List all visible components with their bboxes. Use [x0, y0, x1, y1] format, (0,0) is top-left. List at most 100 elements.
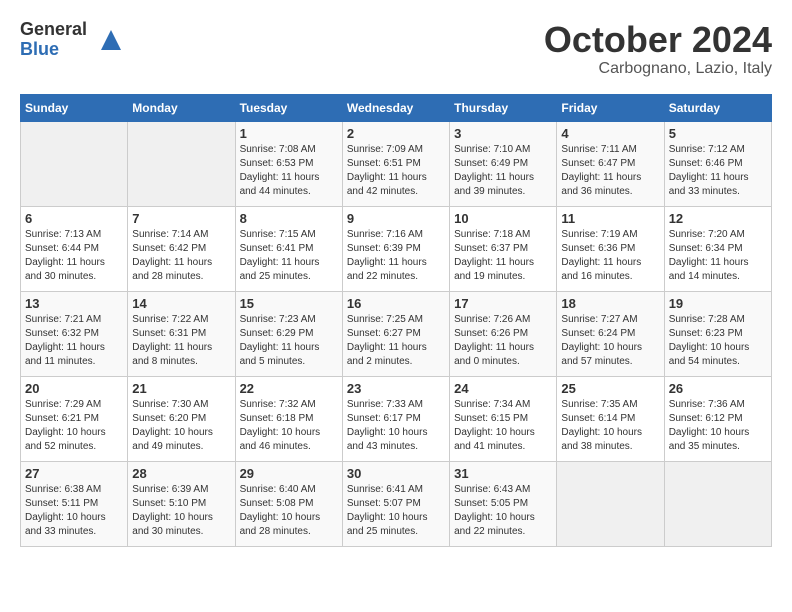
calendar-cell: 25 Sunrise: 7:35 AM Sunset: 6:14 PM Dayli… [557, 376, 664, 461]
day-number: 12 [669, 211, 767, 226]
day-info: Sunrise: 7:36 AM Sunset: 6:12 PM Dayligh… [669, 398, 767, 454]
day-info: Sunrise: 7:12 AM Sunset: 6:46 PM Dayligh… [669, 143, 767, 199]
day-number: 19 [669, 296, 767, 311]
day-number: 10 [454, 211, 552, 226]
month-title: October 2024 [544, 20, 772, 60]
day-info: Sunrise: 7:23 AM Sunset: 6:29 PM Dayligh… [240, 313, 338, 369]
calendar-cell: 23 Sunrise: 7:33 AM Sunset: 6:17 PM Dayli… [342, 376, 449, 461]
calendar-cell: 28 Sunrise: 6:39 AM Sunset: 5:10 PM Dayli… [128, 461, 235, 546]
location: Carbognano, Lazio, Italy [544, 60, 772, 78]
day-number: 16 [347, 296, 445, 311]
calendar-header-row: SundayMondayTuesdayWednesdayThursdayFrid… [21, 94, 772, 121]
day-info: Sunrise: 7:16 AM Sunset: 6:39 PM Dayligh… [347, 228, 445, 284]
week-row-3: 13 Sunrise: 7:21 AM Sunset: 6:32 PM Dayli… [21, 291, 772, 376]
calendar-cell: 13 Sunrise: 7:21 AM Sunset: 6:32 PM Dayli… [21, 291, 128, 376]
calendar-cell: 20 Sunrise: 7:29 AM Sunset: 6:21 PM Dayli… [21, 376, 128, 461]
day-number: 25 [561, 381, 659, 396]
calendar-cell: 24 Sunrise: 7:34 AM Sunset: 6:15 PM Dayli… [450, 376, 557, 461]
day-number: 26 [669, 381, 767, 396]
column-header-saturday: Saturday [664, 94, 771, 121]
calendar-cell: 26 Sunrise: 7:36 AM Sunset: 6:12 PM Dayli… [664, 376, 771, 461]
day-number: 27 [25, 466, 123, 481]
week-row-1: 1Sunrise: 7:08 AM Sunset: 6:53 PM Daylig… [21, 121, 772, 206]
day-info: Sunrise: 7:10 AM Sunset: 6:49 PM Dayligh… [454, 143, 552, 199]
day-info: Sunrise: 7:21 AM Sunset: 6:32 PM Dayligh… [25, 313, 123, 369]
day-number: 15 [240, 296, 338, 311]
calendar-cell [664, 461, 771, 546]
calendar-cell: 4Sunrise: 7:11 AM Sunset: 6:47 PM Daylig… [557, 121, 664, 206]
day-info: Sunrise: 7:09 AM Sunset: 6:51 PM Dayligh… [347, 143, 445, 199]
day-number: 3 [454, 126, 552, 141]
day-number: 23 [347, 381, 445, 396]
week-row-5: 27Sunrise: 6:38 AM Sunset: 5:11 PM Dayli… [21, 461, 772, 546]
calendar-cell: 16 Sunrise: 7:25 AM Sunset: 6:27 PM Dayli… [342, 291, 449, 376]
logo-icon [91, 25, 121, 55]
column-header-monday: Monday [128, 94, 235, 121]
calendar-cell: 6 Sunrise: 7:13 AM Sunset: 6:44 PM Daylig… [21, 206, 128, 291]
logo: General Blue [20, 20, 121, 60]
day-number: 30 [347, 466, 445, 481]
week-row-2: 6 Sunrise: 7:13 AM Sunset: 6:44 PM Daylig… [21, 206, 772, 291]
day-number: 18 [561, 296, 659, 311]
calendar-cell: 31 Sunrise: 6:43 AM Sunset: 5:05 PM Dayli… [450, 461, 557, 546]
calendar-cell: 21Sunrise: 7:30 AM Sunset: 6:20 PM Dayli… [128, 376, 235, 461]
page-header: General Blue October 2024 Carbognano, La… [20, 20, 772, 78]
day-info: Sunrise: 7:14 AM Sunset: 6:42 PM Dayligh… [132, 228, 230, 284]
day-number: 6 [25, 211, 123, 226]
calendar-cell: 30 Sunrise: 6:41 AM Sunset: 5:07 PM Dayli… [342, 461, 449, 546]
day-info: Sunrise: 7:29 AM Sunset: 6:21 PM Dayligh… [25, 398, 123, 454]
day-number: 4 [561, 126, 659, 141]
column-header-tuesday: Tuesday [235, 94, 342, 121]
day-info: Sunrise: 7:18 AM Sunset: 6:37 PM Dayligh… [454, 228, 552, 284]
day-info: Sunrise: 6:39 AM Sunset: 5:10 PM Dayligh… [132, 483, 230, 539]
day-number: 7 [132, 211, 230, 226]
calendar-cell: 1Sunrise: 7:08 AM Sunset: 6:53 PM Daylig… [235, 121, 342, 206]
day-number: 29 [240, 466, 338, 481]
day-info: Sunrise: 7:30 AM Sunset: 6:20 PM Dayligh… [132, 398, 230, 454]
day-info: Sunrise: 6:41 AM Sunset: 5:07 PM Dayligh… [347, 483, 445, 539]
calendar-cell: 2 Sunrise: 7:09 AM Sunset: 6:51 PM Daylig… [342, 121, 449, 206]
day-number: 24 [454, 381, 552, 396]
calendar-cell: 10 Sunrise: 7:18 AM Sunset: 6:37 PM Dayli… [450, 206, 557, 291]
column-header-sunday: Sunday [21, 94, 128, 121]
day-info: Sunrise: 6:40 AM Sunset: 5:08 PM Dayligh… [240, 483, 338, 539]
calendar-cell: 18 Sunrise: 7:27 AM Sunset: 6:24 PM Dayli… [557, 291, 664, 376]
day-info: Sunrise: 6:43 AM Sunset: 5:05 PM Dayligh… [454, 483, 552, 539]
calendar-cell: 7 Sunrise: 7:14 AM Sunset: 6:42 PM Daylig… [128, 206, 235, 291]
calendar-table: SundayMondayTuesdayWednesdayThursdayFrid… [20, 94, 772, 547]
calendar-cell: 14 Sunrise: 7:22 AM Sunset: 6:31 PM Dayli… [128, 291, 235, 376]
calendar-cell: 22 Sunrise: 7:32 AM Sunset: 6:18 PM Dayli… [235, 376, 342, 461]
column-header-friday: Friday [557, 94, 664, 121]
calendar-cell: 12Sunrise: 7:20 AM Sunset: 6:34 PM Dayli… [664, 206, 771, 291]
day-info: Sunrise: 7:26 AM Sunset: 6:26 PM Dayligh… [454, 313, 552, 369]
day-number: 31 [454, 466, 552, 481]
calendar-cell: 17Sunrise: 7:26 AM Sunset: 6:26 PM Dayli… [450, 291, 557, 376]
day-info: Sunrise: 7:27 AM Sunset: 6:24 PM Dayligh… [561, 313, 659, 369]
title-block: October 2024 Carbognano, Lazio, Italy [544, 20, 772, 78]
week-row-4: 20 Sunrise: 7:29 AM Sunset: 6:21 PM Dayli… [21, 376, 772, 461]
calendar-cell: 5 Sunrise: 7:12 AM Sunset: 6:46 PM Daylig… [664, 121, 771, 206]
day-info: Sunrise: 7:32 AM Sunset: 6:18 PM Dayligh… [240, 398, 338, 454]
day-number: 28 [132, 466, 230, 481]
day-number: 2 [347, 126, 445, 141]
day-info: Sunrise: 7:13 AM Sunset: 6:44 PM Dayligh… [25, 228, 123, 284]
day-info: Sunrise: 7:22 AM Sunset: 6:31 PM Dayligh… [132, 313, 230, 369]
day-number: 5 [669, 126, 767, 141]
day-info: Sunrise: 7:25 AM Sunset: 6:27 PM Dayligh… [347, 313, 445, 369]
calendar-cell [128, 121, 235, 206]
day-info: Sunrise: 7:35 AM Sunset: 6:14 PM Dayligh… [561, 398, 659, 454]
day-number: 14 [132, 296, 230, 311]
day-number: 13 [25, 296, 123, 311]
day-number: 20 [25, 381, 123, 396]
day-info: Sunrise: 7:19 AM Sunset: 6:36 PM Dayligh… [561, 228, 659, 284]
day-info: Sunrise: 7:34 AM Sunset: 6:15 PM Dayligh… [454, 398, 552, 454]
calendar-cell: 29 Sunrise: 6:40 AM Sunset: 5:08 PM Dayli… [235, 461, 342, 546]
calendar-cell [557, 461, 664, 546]
calendar-cell: 3 Sunrise: 7:10 AM Sunset: 6:49 PM Daylig… [450, 121, 557, 206]
day-info: Sunrise: 7:33 AM Sunset: 6:17 PM Dayligh… [347, 398, 445, 454]
day-info: Sunrise: 7:28 AM Sunset: 6:23 PM Dayligh… [669, 313, 767, 369]
column-header-wednesday: Wednesday [342, 94, 449, 121]
calendar-cell: 27Sunrise: 6:38 AM Sunset: 5:11 PM Dayli… [21, 461, 128, 546]
day-info: Sunrise: 7:08 AM Sunset: 6:53 PM Dayligh… [240, 143, 338, 199]
day-number: 22 [240, 381, 338, 396]
